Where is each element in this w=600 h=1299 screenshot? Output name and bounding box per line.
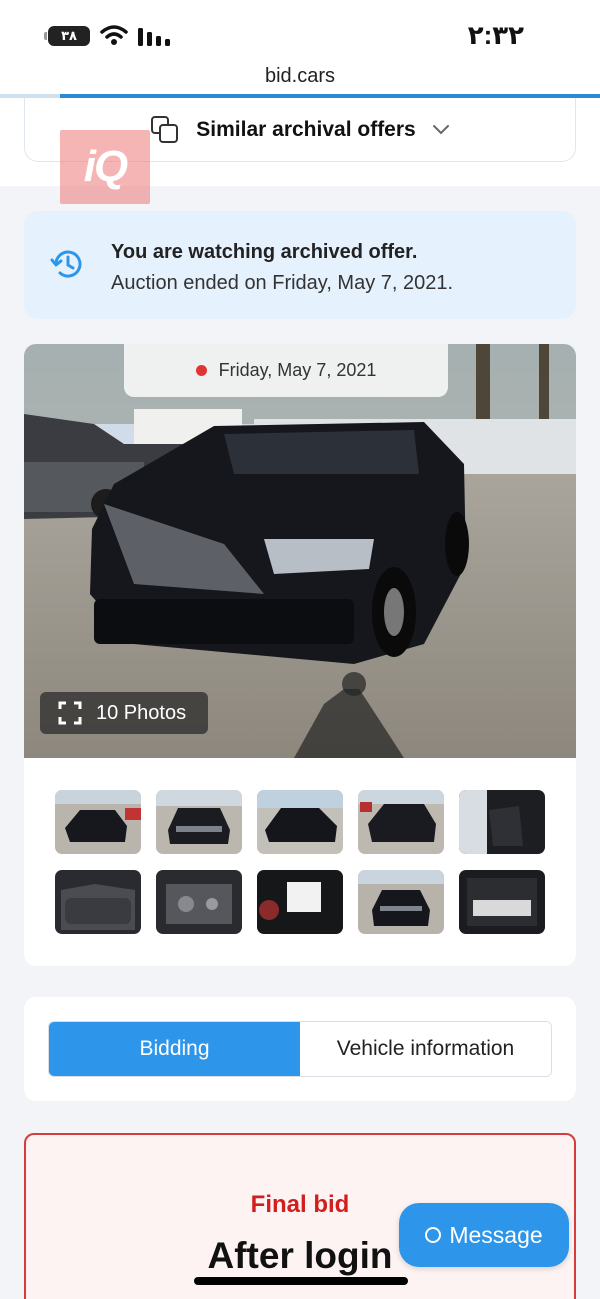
thumbnail-10[interactable] [459,870,545,934]
thumbnail-6[interactable] [55,870,141,934]
photo-gallery: Friday, May 7, 2021 10 Photos [24,344,576,966]
message-icon [425,1227,442,1243]
thumbnail-grid [55,790,545,934]
auction-date-pill: Friday, May 7, 2021 [124,344,448,397]
url-text: bid.cars [264,65,336,87]
photos-count-label: 10 Photos [96,701,187,724]
status-time: ۲:۳۲ [467,20,524,50]
message-button[interactable]: Message [399,1203,569,1267]
archived-offer-notice: You are watching archived offer. Auction… [24,211,576,319]
watermark-text: iQ [83,142,128,191]
status-bar: ۳۸ ۲:۳۲ [0,0,600,62]
battery-level: ۳۸ [61,28,77,43]
auction-date: Friday, May 7, 2021 [218,360,377,380]
live-dot-icon [195,365,207,376]
watermark-logo: iQ [60,130,150,204]
main-photo[interactable]: Friday, May 7, 2021 10 Photos [24,344,576,758]
notice-subtitle: Auction ended on Friday, May 7, 2021. [111,272,454,294]
thumbnail-5[interactable] [459,790,545,854]
thumbnail-9[interactable] [358,870,444,934]
photos-count-button[interactable]: 10 Photos [40,692,208,734]
tabs-card: Bidding Vehicle information [24,997,576,1101]
fullscreen-icon [58,701,82,725]
similar-offers-label: Similar archival offers [196,117,416,141]
chevron-down-icon [432,124,449,134]
thumbnail-2[interactable] [156,790,242,854]
copy-icon [151,115,179,143]
tab-vehicle-information[interactable]: Vehicle information [300,1022,551,1076]
url-bar[interactable]: bid.cars [0,62,600,94]
battery-icon: ۳۸ [44,26,90,46]
wifi-icon [100,25,128,45]
home-indicator[interactable] [194,1277,408,1285]
tab-group: Bidding Vehicle information [48,1021,552,1077]
thumbnail-7[interactable] [156,870,242,934]
tab-bidding[interactable]: Bidding [49,1022,300,1076]
history-icon [50,250,82,278]
notice-title: You are watching archived offer. [111,241,418,263]
thumbnail-4[interactable] [358,790,444,854]
thumbnail-1[interactable] [55,790,141,854]
message-label: Message [449,1221,543,1248]
thumbnail-3[interactable] [257,790,343,854]
thumbnail-8[interactable] [257,870,343,934]
cellular-signal-icon [138,28,170,46]
